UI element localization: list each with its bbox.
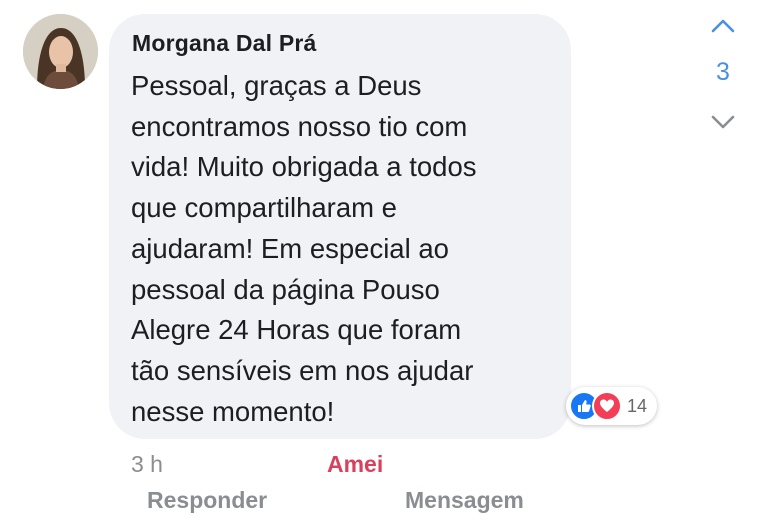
comment-author[interactable]: Morgana Dal Prá bbox=[132, 30, 317, 57]
comment-text-line: ajudaram! Em especial ao bbox=[131, 232, 449, 264]
reaction-count: 14 bbox=[627, 395, 648, 416]
love-icon bbox=[592, 391, 622, 421]
comment-text-line: pessoal da página Pouso bbox=[131, 273, 440, 305]
chevron-down-icon[interactable] bbox=[708, 108, 738, 136]
comment-text-line: Alegre 24 Horas que foram bbox=[131, 314, 462, 346]
comment-text-line: Pessoal, graças a Deus bbox=[131, 70, 422, 101]
avatar-photo bbox=[23, 14, 98, 89]
comment-text-line: nesse momento! bbox=[131, 395, 335, 427]
comment-text-line: vida! Muito obrigada a todos bbox=[131, 151, 477, 183]
message-button[interactable]: Mensagem bbox=[405, 487, 524, 514]
reaction-button[interactable]: Amei bbox=[327, 451, 383, 478]
comment-text-line: tão sensíveis em nos ajudar bbox=[131, 354, 474, 386]
result-count: 3 bbox=[716, 58, 730, 86]
comment-text: Pessoal, graças a Deus encontramos nosso… bbox=[131, 66, 561, 432]
reaction-summary[interactable]: 14 bbox=[566, 387, 658, 425]
comment-timestamp: 3 h bbox=[131, 451, 163, 477]
comment-text-line: encontramos nosso tio com bbox=[131, 110, 468, 142]
avatar[interactable] bbox=[23, 14, 98, 89]
comment-text-line: que compartilharam e bbox=[131, 192, 397, 224]
chevron-up-icon[interactable] bbox=[708, 12, 738, 40]
reply-button[interactable]: Responder bbox=[147, 487, 267, 514]
